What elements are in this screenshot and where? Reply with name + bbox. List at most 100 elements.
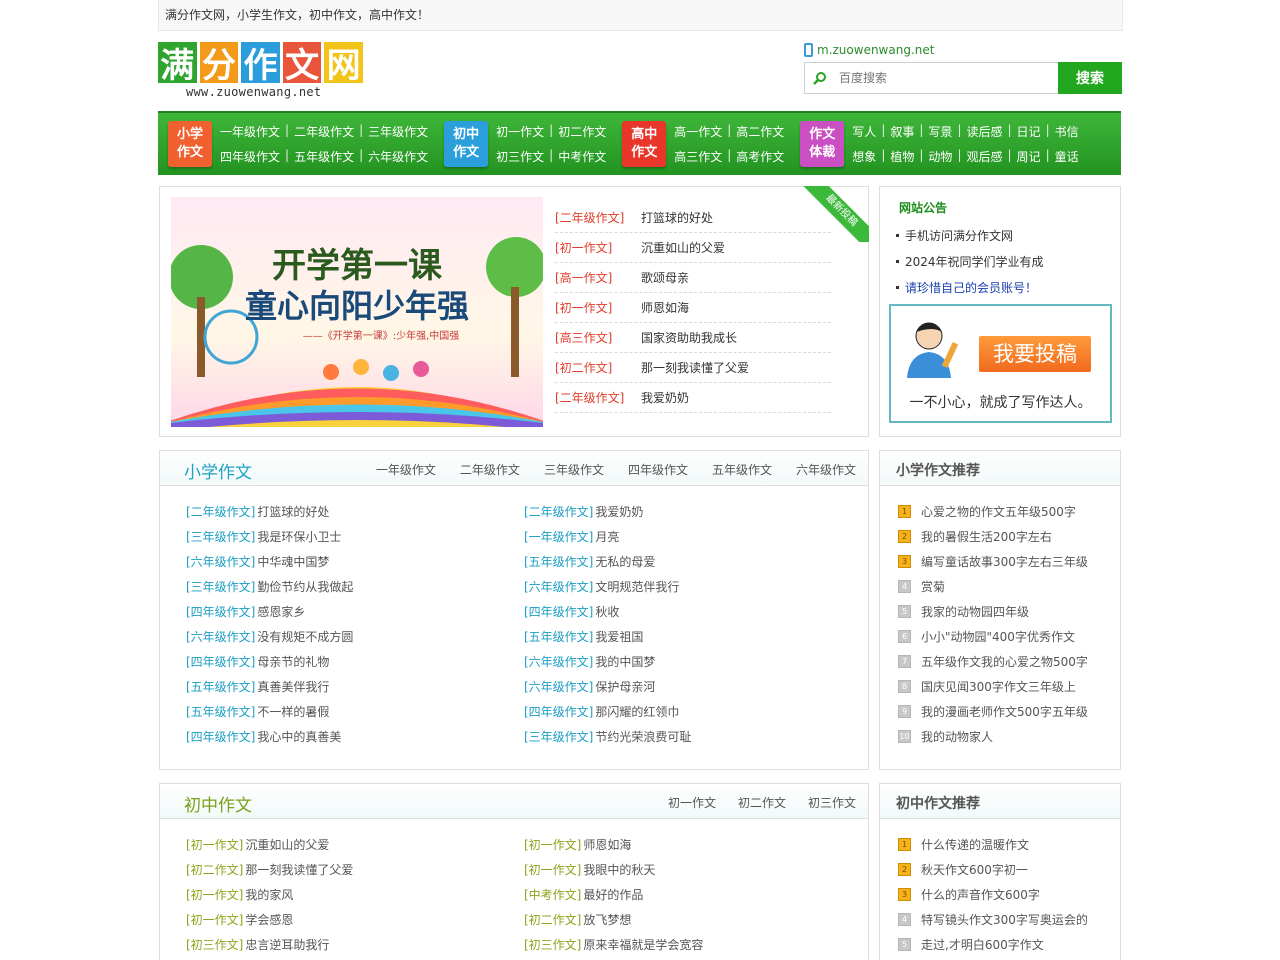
section-tab[interactable]: 六年级作文 xyxy=(796,461,856,478)
latest-title[interactable]: 我爱奶奶 xyxy=(641,389,689,406)
rank-title[interactable]: 我家的动物园四年级 xyxy=(921,603,1029,620)
article-title[interactable]: 感恩家乡 xyxy=(257,603,305,620)
section-tab[interactable]: 一年级作文 xyxy=(376,461,436,478)
article-category[interactable]: [初三作文] xyxy=(186,936,243,953)
nav-link[interactable]: 四年级作文 xyxy=(220,148,280,165)
rank-item[interactable]: 10 我的动物家人 xyxy=(898,724,1088,749)
rank-title[interactable]: 小小"动物园"400字优秀作文 xyxy=(921,628,1075,645)
article-category[interactable]: [四年级作文] xyxy=(524,603,593,620)
rank-item[interactable]: 1 心爱之物的作文五年级500字 xyxy=(898,499,1088,524)
nav-link[interactable]: 中考作文 xyxy=(558,148,606,165)
nav-link[interactable]: 初三作文 xyxy=(496,148,544,165)
nav-link[interactable]: 读后感 xyxy=(966,123,1002,140)
article-title[interactable]: 学会感恩 xyxy=(245,911,293,928)
site-logo[interactable]: 满分作文网 www.zuowenwang.net xyxy=(158,42,363,102)
rank-title[interactable]: 五年级作文我的心爱之物500字 xyxy=(921,653,1088,670)
rank-title[interactable]: 心爱之物的作文五年级500字 xyxy=(921,503,1076,520)
article-category[interactable]: [初一作文] xyxy=(186,836,243,853)
latest-item[interactable]: [高三作文] 国家资助助我成长 xyxy=(555,323,831,353)
article-title[interactable]: 我的中国梦 xyxy=(595,653,655,670)
article-item[interactable]: [三年级作文] 勤俭节约从我做起 xyxy=(186,574,353,599)
article-title[interactable]: 不一样的暑假 xyxy=(257,703,329,720)
article-title[interactable]: 没有规矩不成方圆 xyxy=(257,628,353,645)
article-category[interactable]: [六年级作文] xyxy=(524,678,593,695)
article-title[interactable]: 真善美伴我行 xyxy=(257,678,329,695)
rank-title[interactable]: 什么传递的温暖作文 xyxy=(921,836,1029,853)
middle-title[interactable]: 初中作文 xyxy=(184,791,252,816)
rank-item[interactable]: 2 我的暑假生活200字左右 xyxy=(898,524,1088,549)
article-title[interactable]: 打篮球的好处 xyxy=(257,503,329,520)
article-item[interactable]: [二年级作文] 打篮球的好处 xyxy=(186,499,353,524)
rank-item[interactable]: 1 什么传递的温暖作文 xyxy=(898,832,1088,857)
article-category[interactable]: [四年级作文] xyxy=(186,728,255,745)
section-tab[interactable]: 初二作文 xyxy=(738,794,786,811)
article-category[interactable]: [初一作文] xyxy=(524,836,581,853)
article-item[interactable]: [初一作文] 学会感恩 xyxy=(186,907,353,932)
article-title[interactable]: 我的家风 xyxy=(245,886,293,903)
article-category[interactable]: [四年级作文] xyxy=(186,603,255,620)
rank-item[interactable]: 5 走过,才明白600字作文 xyxy=(898,932,1088,957)
article-item[interactable]: [六年级作文] 没有规矩不成方圆 xyxy=(186,624,353,649)
article-category[interactable]: [六年级作文] xyxy=(186,553,255,570)
article-title[interactable]: 那一刻我读懂了父爱 xyxy=(245,861,353,878)
rank-title[interactable]: 什么的声音作文600字 xyxy=(921,886,1040,903)
article-item[interactable]: [五年级作文] 不一样的暑假 xyxy=(186,699,353,724)
article-item[interactable]: [六年级作文] 保护母亲河 xyxy=(524,674,691,699)
article-item[interactable]: [四年级作文] 秋收 xyxy=(524,599,691,624)
article-title[interactable]: 沉重如山的父爱 xyxy=(245,836,329,853)
article-title[interactable]: 放飞梦想 xyxy=(583,911,631,928)
rank-item[interactable]: 8 国庆见闻300字作文三年级上 xyxy=(898,674,1088,699)
primary-title[interactable]: 小学作文 xyxy=(184,458,252,483)
nav-badge[interactable]: 作文 体裁 xyxy=(800,121,845,167)
article-title[interactable]: 我是环保小卫士 xyxy=(257,528,341,545)
nav-link[interactable]: 植物 xyxy=(890,148,914,165)
search-button[interactable]: 搜索 xyxy=(1058,62,1122,94)
article-category[interactable]: [初二作文] xyxy=(524,911,581,928)
latest-item[interactable]: [高一作文] 歌颂母亲 xyxy=(555,263,831,293)
rank-item[interactable]: 5 我家的动物园四年级 xyxy=(898,599,1088,624)
article-category[interactable]: [五年级作文] xyxy=(524,628,593,645)
nav-link[interactable]: 五年级作文 xyxy=(294,148,354,165)
article-title[interactable]: 勤俭节约从我做起 xyxy=(257,578,353,595)
article-item[interactable]: [二年级作文] 我爱奶奶 xyxy=(524,499,691,524)
article-category[interactable]: [初二作文] xyxy=(186,861,243,878)
rank-item[interactable]: 2 秋天作文600字初一 xyxy=(898,857,1088,882)
rank-item[interactable]: 6 小小"动物园"400字优秀作文 xyxy=(898,624,1088,649)
latest-item[interactable]: [初一作文] 师恩如海 xyxy=(555,293,831,323)
rank-item[interactable]: 9 我的漫画老师作文500字五年级 xyxy=(898,699,1088,724)
article-category[interactable]: [六年级作文] xyxy=(524,653,593,670)
article-category[interactable]: [三年级作文] xyxy=(524,728,593,745)
article-category[interactable]: [五年级作文] xyxy=(524,553,593,570)
latest-title[interactable]: 歌颂母亲 xyxy=(641,269,689,286)
article-title[interactable]: 月亮 xyxy=(595,528,619,545)
nav-link[interactable]: 日记 xyxy=(1017,123,1041,140)
latest-title[interactable]: 师恩如海 xyxy=(641,299,689,316)
latest-item[interactable]: [二年级作文] 我爱奶奶 xyxy=(555,383,831,413)
article-title[interactable]: 节约光荣浪费可耻 xyxy=(595,728,691,745)
article-category[interactable]: [六年级作文] xyxy=(186,628,255,645)
article-category[interactable]: [二年级作文] xyxy=(524,503,593,520)
latest-title[interactable]: 那一刻我读懂了父爱 xyxy=(641,359,749,376)
article-item[interactable]: [四年级作文] 我心中的真善美 xyxy=(186,724,353,749)
article-title[interactable]: 师恩如海 xyxy=(583,836,631,853)
article-category[interactable]: [三年级作文] xyxy=(186,578,255,595)
notice-text[interactable]: 请珍惜自己的会员账号！ xyxy=(905,279,1037,296)
article-category[interactable]: [初三作文] xyxy=(524,936,581,953)
article-item[interactable]: [初一作文] 我的家风 xyxy=(186,882,353,907)
article-category[interactable]: [三年级作文] xyxy=(186,528,255,545)
notice-item[interactable]: 手机访问满分作文网 xyxy=(896,222,1044,248)
nav-link[interactable]: 动物 xyxy=(928,148,952,165)
article-item[interactable]: [四年级作文] 感恩家乡 xyxy=(186,599,353,624)
article-title[interactable]: 文明规范伴我行 xyxy=(595,578,679,595)
latest-category[interactable]: [二年级作文] xyxy=(555,209,641,226)
nav-link[interactable]: 初二作文 xyxy=(558,123,606,140)
article-item[interactable]: [初一作文] 我眼中的秋天 xyxy=(524,857,703,882)
article-item[interactable]: [初三作文] 原来幸福就是学会宽容 xyxy=(524,932,703,957)
article-title[interactable]: 我眼中的秋天 xyxy=(583,861,655,878)
rank-title[interactable]: 走过,才明白600字作文 xyxy=(921,936,1044,953)
latest-category[interactable]: [初一作文] xyxy=(555,239,641,256)
rank-title[interactable]: 我的暑假生活200字左右 xyxy=(921,528,1052,545)
nav-link[interactable]: 高考作文 xyxy=(736,148,784,165)
section-tab[interactable]: 初一作文 xyxy=(668,794,716,811)
notice-text[interactable]: 2024年祝同学们学业有成 xyxy=(905,253,1044,270)
